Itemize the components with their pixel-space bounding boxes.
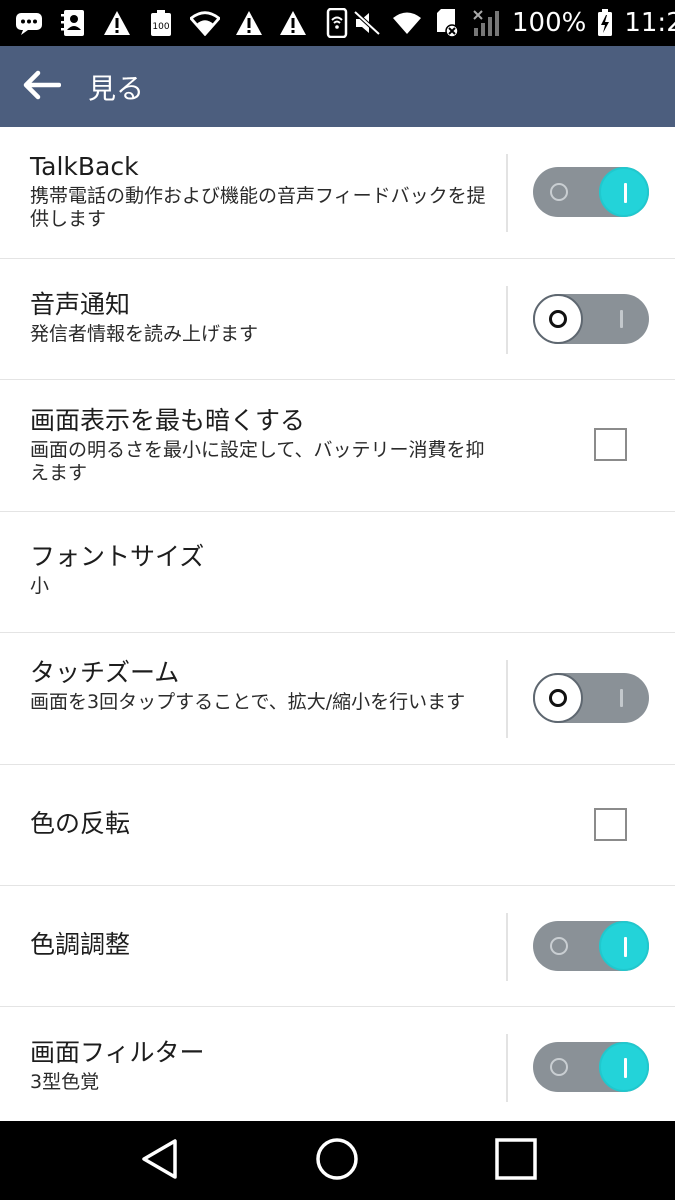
status-right-icons: 100% 11:25 [352, 8, 675, 38]
setting-subtitle: 携帯電話の動作および機能の音声フィードバックを提供します [30, 185, 486, 230]
talkback-toggle[interactable] [533, 167, 649, 217]
setting-text: TalkBack 携帯電話の動作および機能の音声フィードバックを提供します [30, 151, 490, 231]
setting-font-size[interactable]: フォントサイズ 小 [0, 512, 675, 633]
toggle-knob [599, 1042, 649, 1092]
battery-percent: 100% [512, 8, 587, 38]
wifi-icon [190, 8, 220, 38]
vertical-divider [506, 154, 508, 232]
toggle-knob [599, 167, 649, 217]
setting-text: フォントサイズ 小 [30, 541, 490, 598]
setting-touch-zoom[interactable]: タッチズーム 画面を3回タップすることで、拡大/縮小を行います [0, 633, 675, 765]
mute-icon [352, 8, 382, 38]
warning-icon [278, 8, 308, 38]
setting-text: タッチズーム 画面を3回タップすることで、拡大/縮小を行います [30, 657, 490, 714]
status-left-icons: 100 [14, 8, 352, 38]
settings-list: TalkBack 携帯電話の動作および機能の音声フィードバックを提供します 音声… [0, 127, 675, 1122]
setting-subtitle: 画面を3回タップすることで、拡大/縮小を行います [30, 691, 466, 713]
warning-icon [102, 8, 132, 38]
color-adjustment-toggle[interactable] [533, 921, 649, 971]
svg-text:100: 100 [152, 22, 169, 32]
vertical-divider [506, 913, 508, 981]
setting-subtitle: 小 [30, 575, 50, 597]
screen-filter-toggle[interactable] [533, 1042, 649, 1092]
setting-title: 色の反転 [30, 809, 131, 838]
setting-title: 色調調整 [30, 930, 131, 959]
home-circle-icon [315, 1137, 359, 1185]
setting-title: 画面フィルター [30, 1038, 205, 1067]
voice-notification-toggle[interactable] [533, 294, 649, 344]
toggle-off-mark [550, 937, 568, 955]
warning-icon [234, 8, 264, 38]
app-bar: 見る [0, 46, 675, 127]
setting-invert-colors[interactable]: 色の反転 [0, 765, 675, 886]
toggle-knob [533, 673, 583, 723]
back-button[interactable] [2, 46, 82, 127]
touch-zoom-toggle[interactable] [533, 673, 649, 723]
signal-icon [472, 8, 502, 38]
vertical-divider [506, 286, 508, 354]
setting-text: 色調調整 [30, 929, 490, 961]
setting-talkback[interactable]: TalkBack 携帯電話の動作および機能の音声フィードバックを提供します [0, 127, 675, 259]
back-triangle-icon [140, 1138, 180, 1184]
nav-recents-button[interactable] [471, 1121, 561, 1200]
setting-text: 画面表示を最も暗くする 画面の明るさを最小に設定して、バッテリー消費を抑えます [30, 405, 490, 485]
phone-icon [322, 8, 352, 38]
setting-voice-notification[interactable]: 音声通知 発信者情報を読み上げます [0, 259, 675, 380]
setting-title: フォントサイズ [30, 542, 205, 571]
sd-card-icon [432, 8, 462, 38]
vertical-divider [506, 660, 508, 738]
invert-colors-checkbox[interactable] [594, 808, 627, 841]
darkest-screen-checkbox[interactable] [594, 428, 627, 461]
setting-title: 音声通知 [30, 290, 131, 319]
battery-100-icon: 100 [146, 8, 176, 38]
setting-title: TalkBack [30, 152, 139, 181]
toggle-on-mark [620, 689, 623, 707]
setting-darkest-screen[interactable]: 画面表示を最も暗くする 画面の明るさを最小に設定して、バッテリー消費を抑えます [0, 380, 675, 512]
setting-subtitle: 画面の明るさを最小に設定して、バッテリー消費を抑えます [30, 439, 485, 484]
nav-home-button[interactable] [292, 1121, 382, 1200]
contacts-icon [58, 8, 88, 38]
setting-color-adjustment[interactable]: 色調調整 [0, 886, 675, 1007]
toggle-knob [599, 921, 649, 971]
clock: 11:25 [624, 8, 675, 38]
status-bar: 100 100% 11:25 [0, 0, 675, 46]
toggle-off-mark [550, 183, 568, 201]
setting-title: タッチズーム [30, 658, 180, 687]
navigation-bar [0, 1121, 675, 1200]
toggle-off-mark [550, 1058, 568, 1076]
page-title: 見る [88, 71, 145, 105]
setting-screen-filter[interactable]: 画面フィルター 3型色覚 [0, 1007, 675, 1122]
nav-back-button[interactable] [115, 1121, 205, 1200]
vertical-divider [506, 1034, 508, 1102]
wifi-icon [392, 8, 422, 38]
setting-title: 画面表示を最も暗くする [30, 406, 306, 435]
setting-subtitle: 発信者情報を読み上げます [30, 323, 259, 345]
arrow-left-icon [23, 70, 62, 104]
setting-text: 音声通知 発信者情報を読み上げます [30, 289, 490, 346]
setting-text: 画面フィルター 3型色覚 [30, 1037, 490, 1094]
message-icon [14, 8, 44, 38]
setting-text: 色の反転 [30, 808, 490, 840]
recents-square-icon [494, 1137, 538, 1185]
toggle-on-mark [620, 310, 623, 328]
setting-subtitle: 3型色覚 [30, 1071, 100, 1093]
battery-charging-icon [596, 8, 614, 38]
toggle-knob [533, 294, 583, 344]
